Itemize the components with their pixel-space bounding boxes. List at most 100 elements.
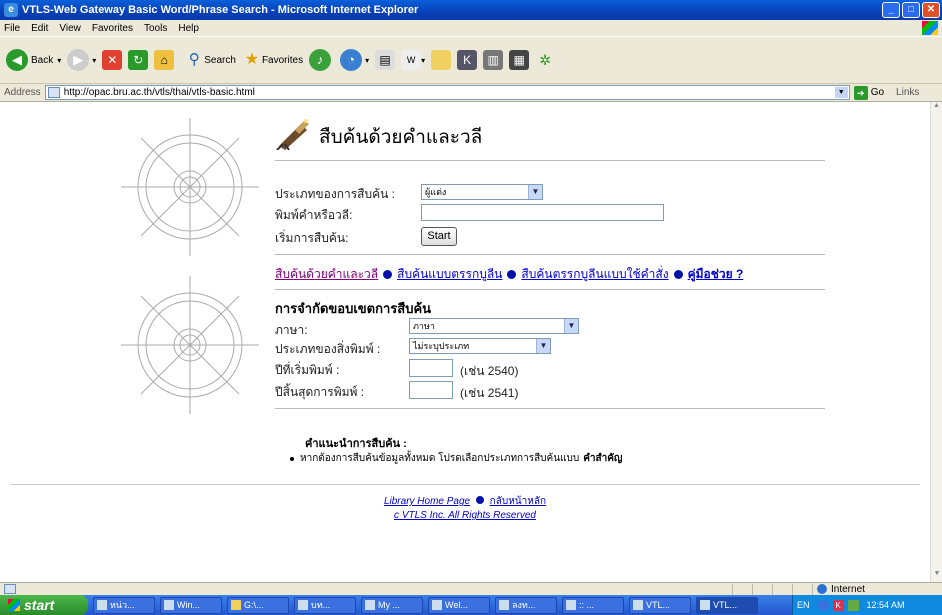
- internet-globe-icon: [817, 584, 827, 594]
- year-start-input[interactable]: [409, 359, 453, 377]
- word-input[interactable]: [421, 204, 664, 221]
- user-icon[interactable]: [847, 599, 859, 611]
- taskbar-item[interactable]: Wel...: [428, 596, 490, 614]
- telescope-icon: [276, 119, 309, 150]
- back-to-main-link[interactable]: กลับหน้าหลัก: [490, 496, 546, 507]
- edit-button[interactable]: W ▾: [401, 50, 425, 70]
- link-help-manual[interactable]: คู่มือช่วย ?: [688, 265, 744, 284]
- divider: [10, 484, 920, 485]
- search-button[interactable]: ⚲ Search: [184, 50, 236, 70]
- address-label: Address: [4, 87, 41, 98]
- scroll-down-icon[interactable]: ▼: [931, 570, 942, 582]
- taskbar-item[interactable]: G:\...: [227, 596, 289, 614]
- link-command-boolean-search[interactable]: สืบค้นตรรกบูลีนแบบใช้คำสั่ง: [521, 265, 668, 284]
- library-home-link[interactable]: Library Home Page: [384, 496, 470, 507]
- start-label: เริ่มการสืบค้น:: [275, 231, 349, 245]
- media-label: ประเภทของสิ่งพิมพ์ :: [275, 342, 381, 356]
- page-heading: สืบค้นด้วยคำและวลี: [275, 116, 482, 150]
- window-title: VTLS-Web Gateway Basic Word/Phrase Searc…: [22, 4, 419, 16]
- tool-button-3[interactable]: ▦: [509, 50, 530, 70]
- menu-view[interactable]: View: [59, 23, 81, 34]
- taskbar-item[interactable]: VTL...: [629, 596, 691, 614]
- windows-logo-icon: [922, 21, 938, 35]
- menu-tools[interactable]: Tools: [144, 23, 167, 34]
- minimize-button[interactable]: _: [882, 2, 900, 18]
- taskbar-item[interactable]: ลงท...: [495, 596, 557, 614]
- menu-favorites[interactable]: Favorites: [92, 23, 133, 34]
- taskbar-item-label: บท...: [311, 600, 331, 610]
- language-label: ภาษา:: [275, 323, 308, 337]
- search-mode-links: สืบค้นด้วยคำและวลี สืบค้นแบบตรรกบูลีน สื…: [275, 265, 743, 284]
- stop-button[interactable]: ✕: [102, 50, 123, 70]
- ie-icon: [97, 600, 107, 610]
- taskbar-item-active[interactable]: VTL...: [696, 596, 758, 614]
- divider: [275, 289, 825, 290]
- edit-document-icon: W: [401, 50, 422, 70]
- tool-button-2[interactable]: ▥: [483, 50, 504, 70]
- ie-icon: [700, 600, 710, 610]
- address-dropdown-icon[interactable]: ▼: [834, 87, 848, 98]
- media-icon: ♪: [309, 49, 332, 71]
- bullet-icon: [290, 456, 294, 461]
- word-label: พิมพ์คำหรือวลี:: [275, 208, 353, 222]
- start-button[interactable]: Start: [421, 227, 457, 246]
- scroll-up-icon[interactable]: ▲: [931, 102, 942, 114]
- copyright-link[interactable]: c VTLS Inc. All Rights Reserved: [394, 510, 536, 521]
- network-icon[interactable]: [817, 599, 829, 611]
- app-icon-grid: ▦: [509, 50, 530, 70]
- refresh-button[interactable]: ↻: [128, 50, 149, 70]
- taskbar-item-label: G:\...: [244, 600, 264, 610]
- messenger-button[interactable]: ✲: [535, 50, 555, 70]
- start-button[interactable]: start: [0, 595, 88, 615]
- window-icon: [164, 600, 174, 610]
- page-content: สืบค้นด้วยคำและวลี ประเภทของการสืบค้น : …: [0, 102, 930, 582]
- menu-edit[interactable]: Edit: [31, 23, 48, 34]
- links-button[interactable]: Links: [896, 87, 919, 98]
- tool-button-1[interactable]: K: [457, 50, 478, 70]
- taskbar-item[interactable]: หน่ว...: [93, 596, 155, 614]
- history-button[interactable]: ◔ ▾: [340, 49, 369, 71]
- link-word-phrase-search[interactable]: สืบค้นด้วยคำและวลี: [275, 265, 378, 284]
- app-icon-k: K: [457, 50, 478, 70]
- taskbar-item[interactable]: Win...: [160, 596, 222, 614]
- taskbar-item-label: Wel...: [445, 600, 468, 610]
- system-tray: EN K 12:54 AM: [792, 595, 942, 615]
- link-boolean-search[interactable]: สืบค้นแบบตรรกบูลีน: [397, 265, 502, 284]
- language-select[interactable]: ภาษา ▼: [409, 318, 579, 334]
- maximize-button[interactable]: □: [902, 2, 920, 18]
- printer-icon: ▤: [375, 50, 396, 70]
- go-button[interactable]: ➔ Go: [853, 85, 884, 100]
- year-end-input[interactable]: [409, 381, 453, 399]
- folder-icon: [231, 600, 241, 610]
- divider: [275, 160, 825, 161]
- back-arrow-icon: ◀: [6, 49, 28, 71]
- print-button[interactable]: ▤: [375, 50, 396, 70]
- menu-file[interactable]: File: [4, 23, 20, 34]
- vertical-scrollbar[interactable]: ▲ ▼: [930, 102, 942, 582]
- close-button[interactable]: ✕: [922, 2, 940, 18]
- media-button[interactable]: ♪: [309, 49, 334, 71]
- search-type-label: ประเภทของการสืบค้น :: [275, 187, 395, 201]
- year-end-hint: (เช่น 2541): [460, 386, 519, 400]
- bullet-icon: [383, 270, 393, 279]
- home-button[interactable]: ⌂: [154, 50, 175, 70]
- clock: 12:54 AM: [866, 600, 905, 610]
- media-type-select[interactable]: ไม่ระบุประเภท ▼: [409, 338, 551, 354]
- folder-button[interactable]: [431, 50, 452, 70]
- favorites-button[interactable]: ★ Favorites: [242, 50, 303, 70]
- address-input[interactable]: http://opac.bru.ac.th/vtls/thai/vtls-bas…: [44, 85, 850, 100]
- taskbar-item[interactable]: My ...: [361, 596, 423, 614]
- address-bar: Address http://opac.bru.ac.th/vtls/thai/…: [0, 84, 942, 102]
- antivirus-icon[interactable]: K: [832, 599, 844, 611]
- forward-button[interactable]: ▶ ▾: [67, 49, 96, 71]
- language-indicator[interactable]: EN: [797, 600, 810, 610]
- favorites-star-icon: ★: [244, 51, 260, 68]
- menu-help[interactable]: Help: [178, 23, 199, 34]
- status-bar: Internet: [0, 582, 942, 595]
- taskbar-item[interactable]: บท...: [294, 596, 356, 614]
- back-button[interactable]: ◀ Back ▾: [6, 49, 61, 71]
- zone-label: Internet: [831, 583, 865, 595]
- search-type-select[interactable]: ผู้แต่ง ▼: [421, 184, 543, 200]
- ie-icon: [566, 600, 576, 610]
- taskbar-item[interactable]: :: ...: [562, 596, 624, 614]
